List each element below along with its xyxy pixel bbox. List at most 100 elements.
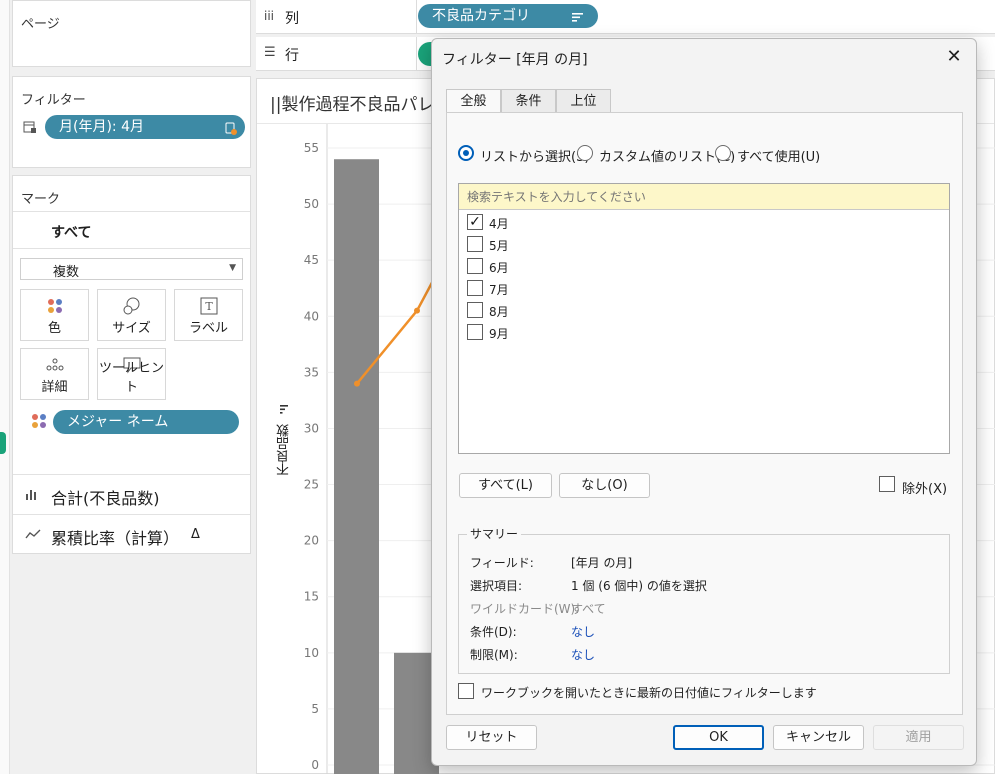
ok-button[interactable]: OK: [673, 725, 764, 750]
list-item-label: 6月: [489, 261, 509, 275]
rows-icon: ☰: [264, 45, 276, 60]
cancel-label: キャンセル: [785, 730, 851, 745]
list-item[interactable]: 7月: [467, 278, 767, 300]
color-button[interactable]: 色: [20, 289, 89, 341]
filter-pill-month[interactable]: 月(年月): 4月: [45, 115, 245, 139]
ok-label: OK: [709, 730, 728, 745]
list-item-label: 4月: [489, 217, 509, 231]
pages-card: ページ: [12, 0, 251, 67]
y-tick-label: 35: [304, 365, 319, 379]
exclude-label: 除外(X): [902, 482, 948, 497]
filter-pill-label: 月(年月): 4月: [59, 119, 144, 135]
rows-shelf-label: 行: [285, 48, 299, 64]
summary-key: 選択項目:: [470, 579, 523, 593]
list-item[interactable]: ✓ 4月: [467, 212, 767, 234]
list-item[interactable]: 8月: [467, 300, 767, 322]
columns-shelf[interactable]: iii 列 不良品カテゴリ: [256, 0, 995, 34]
y-tick-label: 0: [311, 758, 319, 772]
tooltip-button[interactable]: ツールヒント: [97, 348, 166, 400]
radio-select-from-list[interactable]: [458, 145, 474, 161]
select-none-label: なし(O): [581, 478, 628, 493]
tab-top[interactable]: 上位: [556, 89, 611, 113]
measure-color-icon: [31, 413, 47, 429]
summary-key: 制限(M):: [470, 648, 518, 662]
latest-date-checkbox[interactable]: [458, 683, 474, 699]
tab-top-label: 上位: [570, 94, 597, 109]
list-item[interactable]: 6月: [467, 256, 767, 278]
bar-chart-icon: [25, 488, 39, 500]
y-tick-label: 30: [304, 421, 319, 435]
list-item[interactable]: 9月: [467, 322, 767, 344]
dialog-title: フィルター [年月 の月]: [442, 52, 588, 68]
summary-key: フィールド:: [470, 556, 534, 570]
sort-desc-icon: [572, 8, 584, 22]
list-item-checkbox[interactable]: ✓: [467, 214, 483, 230]
text-label-icon: T: [175, 296, 242, 316]
select-none-button[interactable]: なし(O): [559, 473, 650, 498]
cancel-button[interactable]: キャンセル: [773, 725, 864, 750]
shelf-divider: [416, 0, 417, 33]
size-button-label: サイズ: [112, 321, 151, 336]
exclude-checkbox[interactable]: [879, 476, 895, 492]
calendar-icon: [23, 120, 37, 134]
reset-button[interactable]: リセット: [446, 725, 537, 750]
filters-card-title: フィルター: [21, 93, 86, 108]
filters-card: フィルター 月(年月): 4月: [12, 76, 251, 168]
value-list-box: ✓ 4月 5月 6月 7月 8月 9月: [458, 183, 950, 454]
list-item-label: 7月: [489, 283, 509, 297]
y-axis-title: 不良品数: [275, 424, 292, 476]
tab-general[interactable]: 全般: [446, 89, 501, 114]
left-edge-strip: [0, 0, 10, 774]
marks-card-title: マーク: [21, 192, 61, 207]
detail-button[interactable]: 詳細: [20, 348, 89, 400]
list-item-checkbox[interactable]: [467, 280, 483, 296]
apply-button[interactable]: 適用: [873, 725, 964, 750]
list-item-checkbox[interactable]: [467, 236, 483, 252]
label-button-label: ラベル: [188, 321, 228, 336]
marks-all-tab[interactable]: すべて: [51, 222, 91, 242]
detail-button-label: 詳細: [41, 380, 68, 395]
bar: [334, 159, 379, 774]
summary-value: 1 個 (6 個中) の値を選択: [571, 579, 707, 593]
defect-category-pill[interactable]: 不良品カテゴリ: [418, 4, 598, 28]
y-tick-label: 5: [311, 702, 319, 716]
measure-sum-label: 合計(不良品数): [51, 489, 160, 508]
measure-row-cumulative[interactable]: 累積比率（計算） Δ: [13, 515, 250, 555]
close-icon[interactable]: ✕: [944, 47, 964, 67]
radio-custom-list[interactable]: [577, 145, 593, 161]
y-tick-label: 45: [304, 253, 319, 267]
summary-value[interactable]: なし: [571, 646, 595, 663]
search-input[interactable]: [459, 184, 949, 210]
line-point: [414, 307, 420, 314]
filter-dialog: フィルター [年月 の月] ✕ 全般 条件 上位 リストから選択(S) カスタム…: [431, 38, 977, 766]
size-icon: [98, 296, 165, 316]
measure-names-pill[interactable]: メジャー ネーム: [53, 410, 239, 434]
left-edge-handle[interactable]: [0, 432, 6, 454]
tab-condition[interactable]: 条件: [501, 89, 556, 113]
summary-title: サマリー: [467, 525, 522, 542]
shelf-divider-2: [416, 37, 417, 70]
size-button[interactable]: サイズ: [97, 289, 166, 341]
select-all-button[interactable]: すべて(L): [459, 473, 552, 498]
list-item[interactable]: 5月: [467, 234, 767, 256]
measure-row-sum[interactable]: 合計(不良品数): [13, 475, 250, 515]
columns-icon: iii: [264, 9, 275, 23]
defect-category-label: 不良品カテゴリ: [432, 8, 530, 24]
summary-value: [年月 の月]: [571, 556, 633, 570]
radio-use-all[interactable]: [715, 145, 731, 161]
line-point: [354, 380, 360, 387]
list-item-checkbox[interactable]: [467, 258, 483, 274]
marks-card: マーク すべて 複数 ▼ 色 サイズ T ラベル 詳細 ツールヒント メジャー …: [12, 175, 251, 554]
radio-select-from-list-label: リストから選択(S): [480, 150, 590, 165]
list-item-checkbox[interactable]: [467, 302, 483, 318]
select-all-label: すべて(L): [478, 478, 533, 493]
measure-names-label: メジャー ネーム: [67, 414, 169, 430]
summary-value[interactable]: なし: [571, 623, 595, 640]
list-item-label: 9月: [489, 327, 509, 341]
list-item-checkbox[interactable]: [467, 324, 483, 340]
mark-type-dropdown[interactable]: 複数 ▼: [20, 258, 243, 280]
radio-use-all-label: すべて使用(U): [737, 150, 821, 165]
y-tick-label: 50: [304, 197, 319, 211]
columns-shelf-label: 列: [285, 11, 299, 27]
label-button[interactable]: T ラベル: [174, 289, 243, 341]
